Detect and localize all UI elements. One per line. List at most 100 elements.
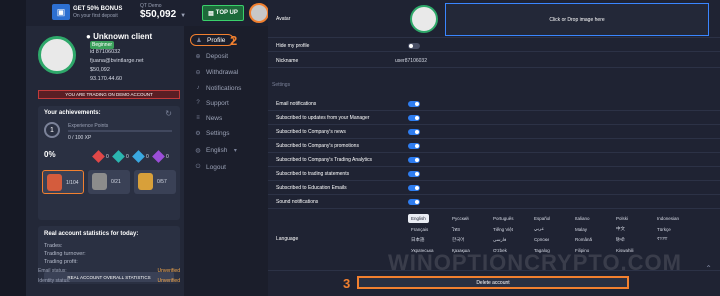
delete-account-button[interactable]: Delete account bbox=[357, 276, 629, 289]
side-menu: ♟ Profile ⊕ Deposit ⊖ Withdrawal ♪ Notificat… bbox=[184, 26, 268, 296]
menu-item-logout[interactable]: ⏻ Logout bbox=[194, 161, 226, 173]
language-option[interactable]: Malay bbox=[572, 225, 590, 234]
setting-toggle[interactable] bbox=[408, 199, 420, 205]
menu-item-settings[interactable]: ⚙ Settings bbox=[194, 127, 229, 139]
user-panel: ● Unknown client Beginner id 87106032 fj… bbox=[26, 26, 184, 296]
achievement-item[interactable]: 0/21 bbox=[88, 170, 130, 194]
scroll-up-icon[interactable]: ⌃ bbox=[705, 264, 712, 273]
language-option[interactable]: ไทย bbox=[449, 225, 463, 234]
menu-item-withdrawal[interactable]: ⊖ Withdrawal bbox=[194, 66, 238, 78]
achievement-progress: 0/21 bbox=[111, 179, 121, 185]
level-indicator: 1 bbox=[44, 122, 60, 138]
user-id: id 87106032 bbox=[90, 49, 121, 55]
language-option[interactable]: हिन्दी bbox=[613, 235, 628, 244]
balance-amount: $50,092 bbox=[140, 9, 177, 20]
setting-toggle[interactable] bbox=[408, 129, 420, 135]
annotation-2: 2 bbox=[230, 33, 238, 48]
language-option[interactable]: 한국어 bbox=[449, 235, 467, 244]
stats-card: Real account statistics for today: Trade… bbox=[38, 226, 180, 284]
language-option[interactable]: 中文 bbox=[613, 225, 628, 234]
achievement-progress: 0/57 bbox=[157, 179, 167, 185]
avatar-label: Avatar bbox=[276, 16, 291, 22]
menu-item-language[interactable]: ◍ English ▾ bbox=[194, 144, 239, 156]
language-option[interactable]: عربي bbox=[531, 225, 547, 234]
setting-toggle[interactable] bbox=[408, 115, 420, 121]
bell-icon: ♪ bbox=[196, 85, 200, 91]
language-option[interactable]: Español bbox=[531, 214, 553, 223]
balance-selector[interactable]: QT Demo $50,092 ▼ bbox=[140, 3, 186, 20]
annotation-3: 3 bbox=[343, 276, 351, 291]
user-avatar bbox=[38, 36, 76, 74]
bonus-title: GET 50% BONUS bbox=[73, 5, 123, 12]
news-icon: ≡ bbox=[196, 115, 200, 121]
menu-item-deposit[interactable]: ⊕ Deposit bbox=[194, 50, 228, 62]
menu-item-support[interactable]: ? Support bbox=[194, 97, 228, 109]
bonus-subtitle: On your first deposit bbox=[73, 12, 118, 19]
achievement-icon bbox=[138, 173, 153, 190]
bonus-banner[interactable]: ▣ GET 50% BONUS On your first deposit bbox=[52, 4, 122, 20]
blue-gem-icon bbox=[132, 150, 145, 163]
language-option[interactable]: فارسی bbox=[490, 235, 509, 244]
language-option[interactable]: Türkçe bbox=[654, 225, 674, 234]
profile-avatar-button[interactable] bbox=[249, 3, 269, 23]
chevron-down-icon: ▼ bbox=[180, 13, 187, 19]
withdrawal-icon: ⊖ bbox=[195, 69, 201, 76]
demo-notice: YOU ARE TRADING ON DEMO ACCOUNT bbox=[38, 90, 180, 99]
menu-item-profile[interactable]: ♟ Profile bbox=[190, 34, 235, 46]
setting-row: Subscribed to updates from your Manager bbox=[268, 111, 720, 125]
wallet-icon: ▤ bbox=[208, 10, 214, 17]
setting-row: Subscribed to Company's promotions bbox=[268, 139, 720, 153]
achievements-card: Your achievements: ↻ 1 Experience Points… bbox=[38, 106, 180, 220]
achievement-icon bbox=[92, 173, 107, 190]
achievement-progress: 1/104 bbox=[66, 180, 79, 186]
setting-toggle[interactable] bbox=[408, 185, 420, 191]
achievement-item[interactable]: 1/104 bbox=[42, 170, 84, 194]
refresh-icon[interactable]: ↻ bbox=[165, 109, 172, 118]
hide-profile-label: Hide my profile bbox=[276, 43, 310, 49]
language-option[interactable]: Français bbox=[408, 225, 431, 234]
language-option[interactable]: Tiếng Việt bbox=[490, 225, 516, 234]
language-option[interactable]: Português bbox=[490, 214, 517, 223]
deposit-icon: ⊕ bbox=[195, 53, 201, 60]
nickname-value[interactable]: user87106032 bbox=[395, 58, 427, 64]
language-option[interactable]: 日本語 bbox=[408, 235, 428, 244]
stats-row: Trading turnover: bbox=[44, 251, 86, 257]
user-email: fjuana@bvintlarge.net bbox=[90, 58, 144, 64]
language-option[interactable]: Cрпски bbox=[531, 235, 552, 244]
profile-avatar bbox=[410, 5, 438, 33]
achievement-item[interactable]: 0/57 bbox=[134, 170, 176, 194]
language-option[interactable]: English bbox=[408, 214, 429, 223]
language-option[interactable]: বাংলা bbox=[654, 235, 670, 244]
language-option[interactable]: Indonesian bbox=[654, 214, 682, 223]
blue-gem-value: 0 bbox=[146, 154, 149, 160]
stats-row: Trading profit: bbox=[44, 259, 78, 265]
settings-header: Settings bbox=[272, 82, 291, 88]
setting-toggle[interactable] bbox=[408, 101, 420, 107]
left-edge bbox=[0, 0, 26, 296]
teal-gem-value: 0 bbox=[126, 154, 129, 160]
language-option[interactable]: Polski bbox=[613, 214, 631, 223]
avatar-dropzone[interactable]: Click or Drop image here bbox=[445, 3, 709, 36]
setting-toggle[interactable] bbox=[408, 157, 420, 163]
top-up-button[interactable]: ▤ TOP UP bbox=[202, 5, 244, 21]
user-name: ● Unknown client bbox=[86, 32, 153, 41]
menu-item-news[interactable]: ≡ News bbox=[194, 112, 222, 124]
setting-toggle[interactable] bbox=[408, 143, 420, 149]
level-badge: Beginner bbox=[90, 41, 115, 49]
setting-toggle[interactable] bbox=[408, 171, 420, 177]
xp-label: Experience Points bbox=[68, 123, 109, 129]
language-option[interactable]: Italiano bbox=[572, 214, 593, 223]
watermark: WINOPTIONCRYPTO.COM bbox=[388, 250, 682, 275]
hide-profile-toggle[interactable] bbox=[408, 43, 420, 49]
profile-settings: Avatar Click or Drop image here Hide my … bbox=[268, 0, 720, 296]
achievements-title: Your achievements: bbox=[44, 110, 101, 116]
support-icon: ? bbox=[196, 100, 200, 106]
language-option[interactable]: Română bbox=[572, 235, 595, 244]
language-option[interactable]: Русский bbox=[449, 214, 472, 223]
nickname-row: Nickname bbox=[268, 52, 720, 68]
teal-gem-icon bbox=[112, 150, 125, 163]
xp-value: 0 / 100 XP bbox=[68, 135, 92, 141]
stats-title: Real account statistics for today: bbox=[44, 231, 139, 237]
menu-item-notifications[interactable]: ♪ Notifications bbox=[194, 82, 242, 94]
hide-profile-row: Hide my profile bbox=[268, 38, 720, 52]
